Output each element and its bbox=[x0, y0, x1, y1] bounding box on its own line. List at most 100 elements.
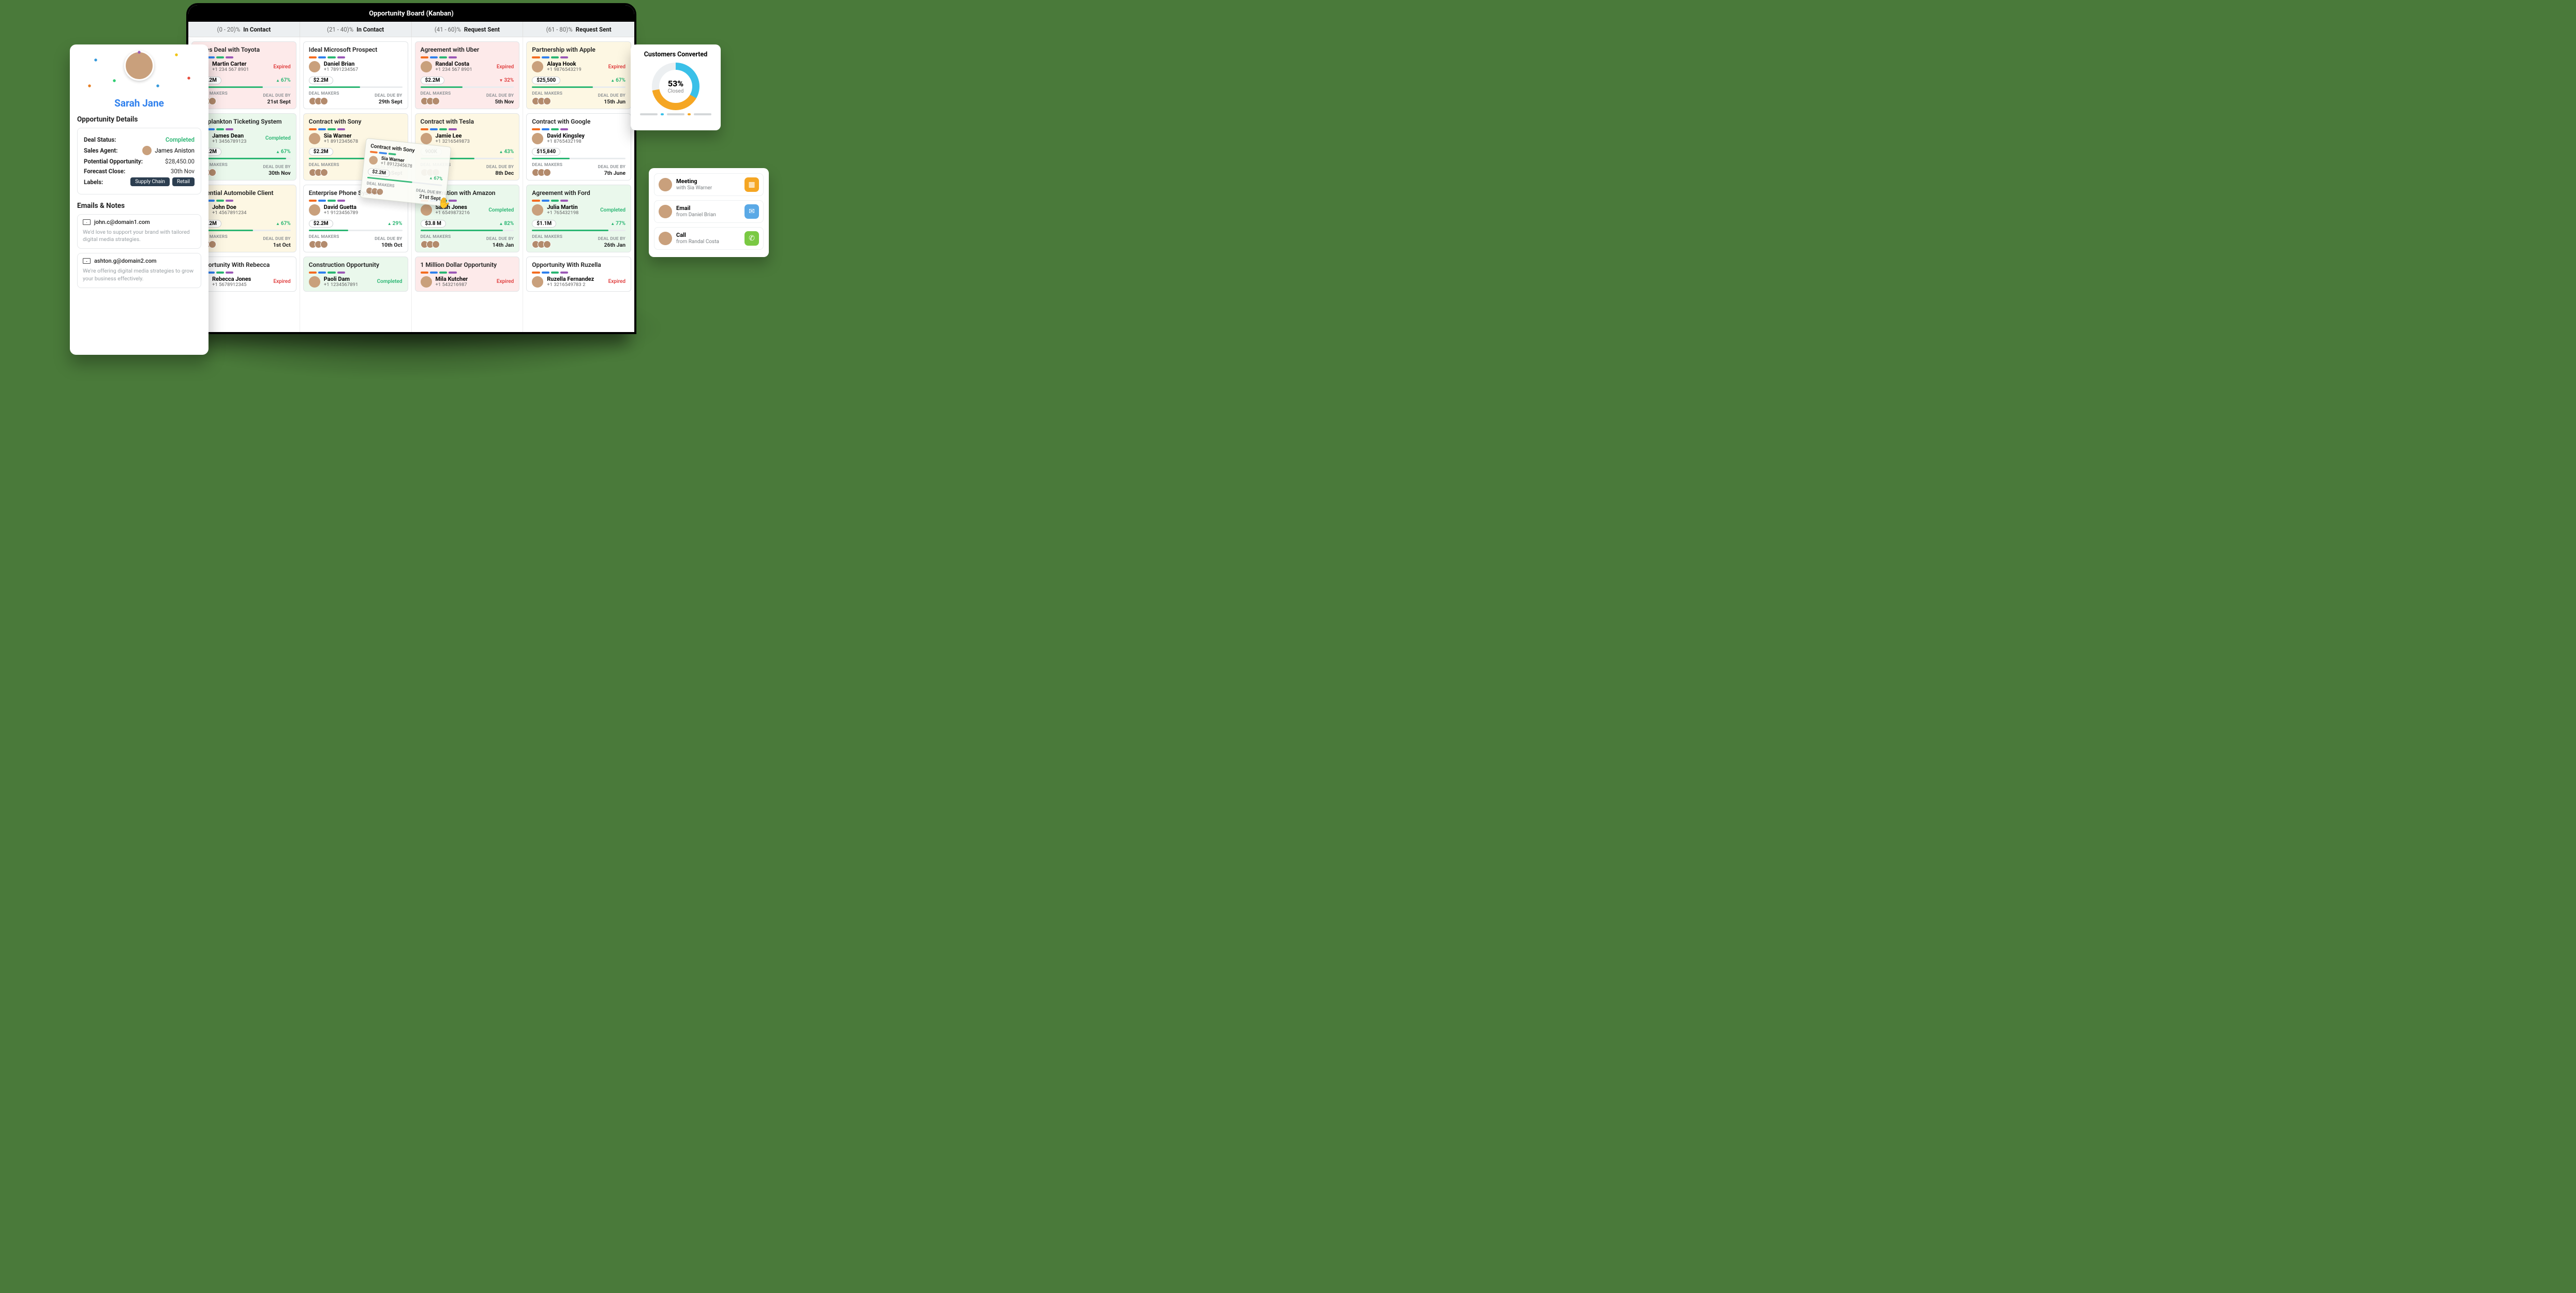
progress-bar bbox=[532, 86, 626, 88]
agent-value[interactable]: James Aniston bbox=[142, 146, 195, 155]
deal-amount: $1.1M bbox=[532, 220, 556, 228]
card-title: Opportunity With Rebecca bbox=[197, 261, 291, 268]
email-item[interactable]: john.c@domain1.com We'd love to support … bbox=[77, 214, 201, 249]
status-badge: Completed bbox=[265, 136, 291, 141]
contact-phone: +1 8912345678 bbox=[324, 139, 358, 144]
due-label: DEAL DUE BY bbox=[486, 236, 514, 242]
contact-phone: +1 765432198 bbox=[547, 211, 578, 216]
details-heading: Opportunity Details bbox=[77, 115, 201, 124]
card-stripes bbox=[309, 272, 345, 274]
deal-delta: 67% bbox=[276, 221, 291, 227]
window-title: Opportunity Board (Kanban) bbox=[188, 5, 634, 22]
column-header-4[interactable]: (61 - 80)%Request Sent bbox=[523, 22, 634, 37]
deal-makers[interactable] bbox=[532, 169, 562, 176]
opportunity-card[interactable]: Partnership with AppleAlaya Hook+1 98765… bbox=[526, 41, 631, 109]
email-snippet: We'd love to support your brand with tai… bbox=[83, 229, 196, 243]
makers-label: DEAL MAKERS bbox=[309, 91, 339, 96]
donut-chart[interactable]: 53% Closed bbox=[652, 63, 699, 110]
opportunity-details-panel: Sarah Jane Opportunity Details Deal Stat… bbox=[70, 44, 209, 355]
contact-phone: +1 5678912345 bbox=[212, 282, 251, 288]
due-date: 5th Nov bbox=[486, 98, 514, 105]
potential-label: Potential Opportunity: bbox=[84, 158, 143, 165]
status-badge: Completed bbox=[377, 279, 403, 284]
contact-name: Sia Warner bbox=[324, 133, 358, 139]
opportunity-card[interactable]: Agreement with UberRandal Costa+1 234 56… bbox=[415, 41, 520, 109]
activity-meeting[interactable]: Meetingwith Sia Warner ▦ bbox=[654, 173, 764, 196]
opportunity-card[interactable]: Ideal Microsoft ProspectDaniel Brian+1 7… bbox=[303, 41, 408, 109]
deal-makers[interactable] bbox=[421, 97, 451, 105]
widget-title: Customers Converted bbox=[638, 51, 713, 58]
makers-label: DEAL MAKERS bbox=[532, 234, 562, 239]
due-date: 29th Sept bbox=[375, 98, 402, 105]
deal-makers[interactable] bbox=[532, 97, 562, 105]
card-title: Ideal Microsoft Prospect bbox=[309, 46, 403, 53]
deal-amount: $2.2M bbox=[309, 77, 333, 84]
makers-label: DEAL MAKERS bbox=[532, 162, 562, 168]
label-pill-supply-chain[interactable]: Supply Chain bbox=[130, 177, 170, 186]
deal-delta: 77% bbox=[611, 221, 626, 227]
contact-phone: +1 9123456789 bbox=[324, 211, 358, 216]
opportunity-card[interactable]: Opportunity With RuzellaRuzella Fernande… bbox=[526, 257, 631, 292]
avatar bbox=[421, 61, 432, 72]
activity-call[interactable]: Callfrom Randal Costa ✆ bbox=[654, 227, 764, 250]
activity-email[interactable]: Emailfrom Daniel Brian ✉ bbox=[654, 200, 764, 223]
label-pill-retail[interactable]: Retail bbox=[172, 177, 195, 186]
kanban-column[interactable]: Partnership with AppleAlaya Hook+1 98765… bbox=[523, 37, 634, 332]
column-header-2[interactable]: (21 - 40)%In Contact bbox=[300, 22, 412, 37]
due-date: 15th Jun bbox=[598, 98, 626, 105]
deal-delta: 67% bbox=[429, 175, 443, 182]
activity-widget: Meetingwith Sia Warner ▦ Emailfrom Danie… bbox=[649, 168, 769, 257]
customer-avatar[interactable] bbox=[124, 51, 154, 81]
avatar bbox=[659, 205, 672, 218]
due-date: 14th Jan bbox=[486, 242, 514, 248]
opportunity-card[interactable]: Contract with GoogleDavid Kingsley+1 876… bbox=[526, 113, 631, 181]
status-badge: Expired bbox=[497, 279, 514, 284]
contact-name: Paoli Dam bbox=[324, 276, 358, 282]
deal-makers[interactable] bbox=[532, 240, 562, 248]
contact-phone: +1 3216549783 2 bbox=[547, 282, 594, 288]
deal-makers[interactable] bbox=[309, 169, 339, 176]
column-pct: (21 - 40)% bbox=[327, 26, 353, 33]
email-address: john.c@domain1.com bbox=[94, 219, 150, 225]
contact-phone: +1 3456789123 bbox=[212, 139, 246, 144]
contact-phone: +1 3216549873 bbox=[436, 139, 470, 144]
closed-percent: 53% bbox=[668, 79, 683, 88]
card-stripes bbox=[532, 272, 568, 274]
makers-label: DEAL MAKERS bbox=[421, 91, 451, 96]
status-badge: Expired bbox=[497, 64, 514, 70]
column-header-3[interactable]: (41 - 60)%Request Sent bbox=[412, 22, 524, 37]
makers-label: DEAL MAKERS bbox=[309, 162, 339, 168]
opportunity-card[interactable]: Construction OpportunityPaoli Dam+1 1234… bbox=[303, 257, 408, 292]
due-date: 8th Dec bbox=[486, 170, 514, 176]
avatar bbox=[532, 133, 543, 144]
makers-label: DEAL MAKERS bbox=[309, 234, 339, 239]
contact-phone: +1 9876543219 bbox=[547, 67, 581, 72]
opportunity-card[interactable]: 1 Million Dollar OpportunityMila Kutcher… bbox=[415, 257, 520, 292]
email-item[interactable]: ashton.g@domain2.com We're offering digi… bbox=[77, 253, 201, 288]
phone-icon: ✆ bbox=[744, 231, 759, 246]
contact-name: Ruzella Fernandez bbox=[547, 276, 594, 282]
deal-amount: $2.2M bbox=[309, 148, 333, 156]
card-title: Agreement with Ford bbox=[532, 189, 626, 197]
email-address: ashton.g@domain2.com bbox=[94, 258, 157, 264]
kanban-header-row: (0 - 20)%In Contact (21 - 40)%In Contact… bbox=[188, 22, 634, 37]
forecast-label: Forecast Close: bbox=[84, 168, 125, 175]
deal-makers[interactable] bbox=[309, 97, 339, 105]
due-label: DEAL DUE BY bbox=[598, 93, 626, 98]
card-title: 1 Million Dollar Opportunity bbox=[421, 261, 514, 268]
contact-phone: +1 543216987 bbox=[436, 282, 468, 288]
card-stripes bbox=[532, 200, 568, 202]
card-stripes bbox=[309, 200, 345, 202]
column-header-1[interactable]: (0 - 20)%In Contact bbox=[188, 22, 300, 37]
card-title: Contract with Google bbox=[532, 118, 626, 125]
closed-label: Closed bbox=[668, 88, 684, 94]
deal-makers[interactable] bbox=[421, 240, 451, 248]
due-label: DEAL DUE BY bbox=[263, 93, 290, 98]
card-stripes bbox=[421, 128, 457, 130]
card-stripes bbox=[309, 56, 345, 58]
details-box: Deal Status:Completed Sales Agent:James … bbox=[77, 128, 201, 194]
due-date: 1st Oct bbox=[263, 242, 290, 248]
avatar bbox=[659, 178, 672, 191]
deal-makers[interactable] bbox=[309, 240, 339, 248]
opportunity-card[interactable]: Agreement with FordJulia Martin+1 765432… bbox=[526, 185, 631, 252]
